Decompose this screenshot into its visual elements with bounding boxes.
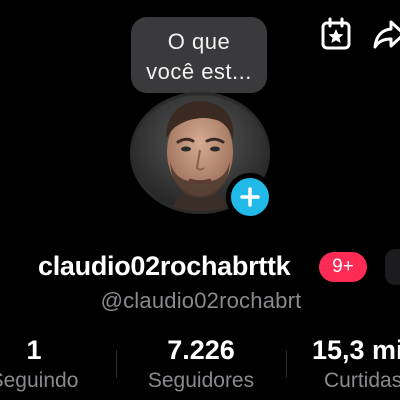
plus-icon [240, 187, 260, 207]
note-bubble[interactable]: O que você est... [131, 17, 267, 93]
add-story-button[interactable] [226, 173, 274, 221]
stat-following[interactable]: 1 Seguindo [0, 334, 94, 396]
stat-likes[interactable]: 15,3 mi Curtidas [312, 334, 400, 396]
calendar-star-icon[interactable] [318, 14, 354, 54]
notification-badge[interactable]: 9+ [319, 252, 367, 282]
username: claudio02rochabrttk [38, 251, 291, 281]
note-text-line1: O que [167, 29, 231, 54]
stat-followers-label: Seguidores [147, 369, 255, 392]
stat-following-label: Seguindo [0, 369, 79, 392]
stat-following-value: 1 [26, 335, 42, 365]
user-handle: @claudio02rochabrt [100, 288, 302, 313]
edge-button[interactable] [385, 249, 400, 285]
stat-divider [286, 350, 287, 378]
share-icon[interactable] [372, 14, 400, 54]
bubble-tail-dot [210, 96, 218, 104]
stat-divider [116, 350, 117, 378]
stat-likes-label: Curtidas [324, 369, 400, 392]
username-row: claudio02rochabrttk 9+ [0, 249, 400, 289]
profile-screen: O que você est... claudio02rochabrttk 9+… [0, 0, 400, 400]
stat-likes-value: 15,3 mi [312, 335, 400, 365]
stat-followers-value: 7.226 [167, 335, 235, 365]
note-text-line2: você est... [146, 59, 252, 84]
stat-followers[interactable]: 7.226 Seguidores [140, 334, 262, 396]
